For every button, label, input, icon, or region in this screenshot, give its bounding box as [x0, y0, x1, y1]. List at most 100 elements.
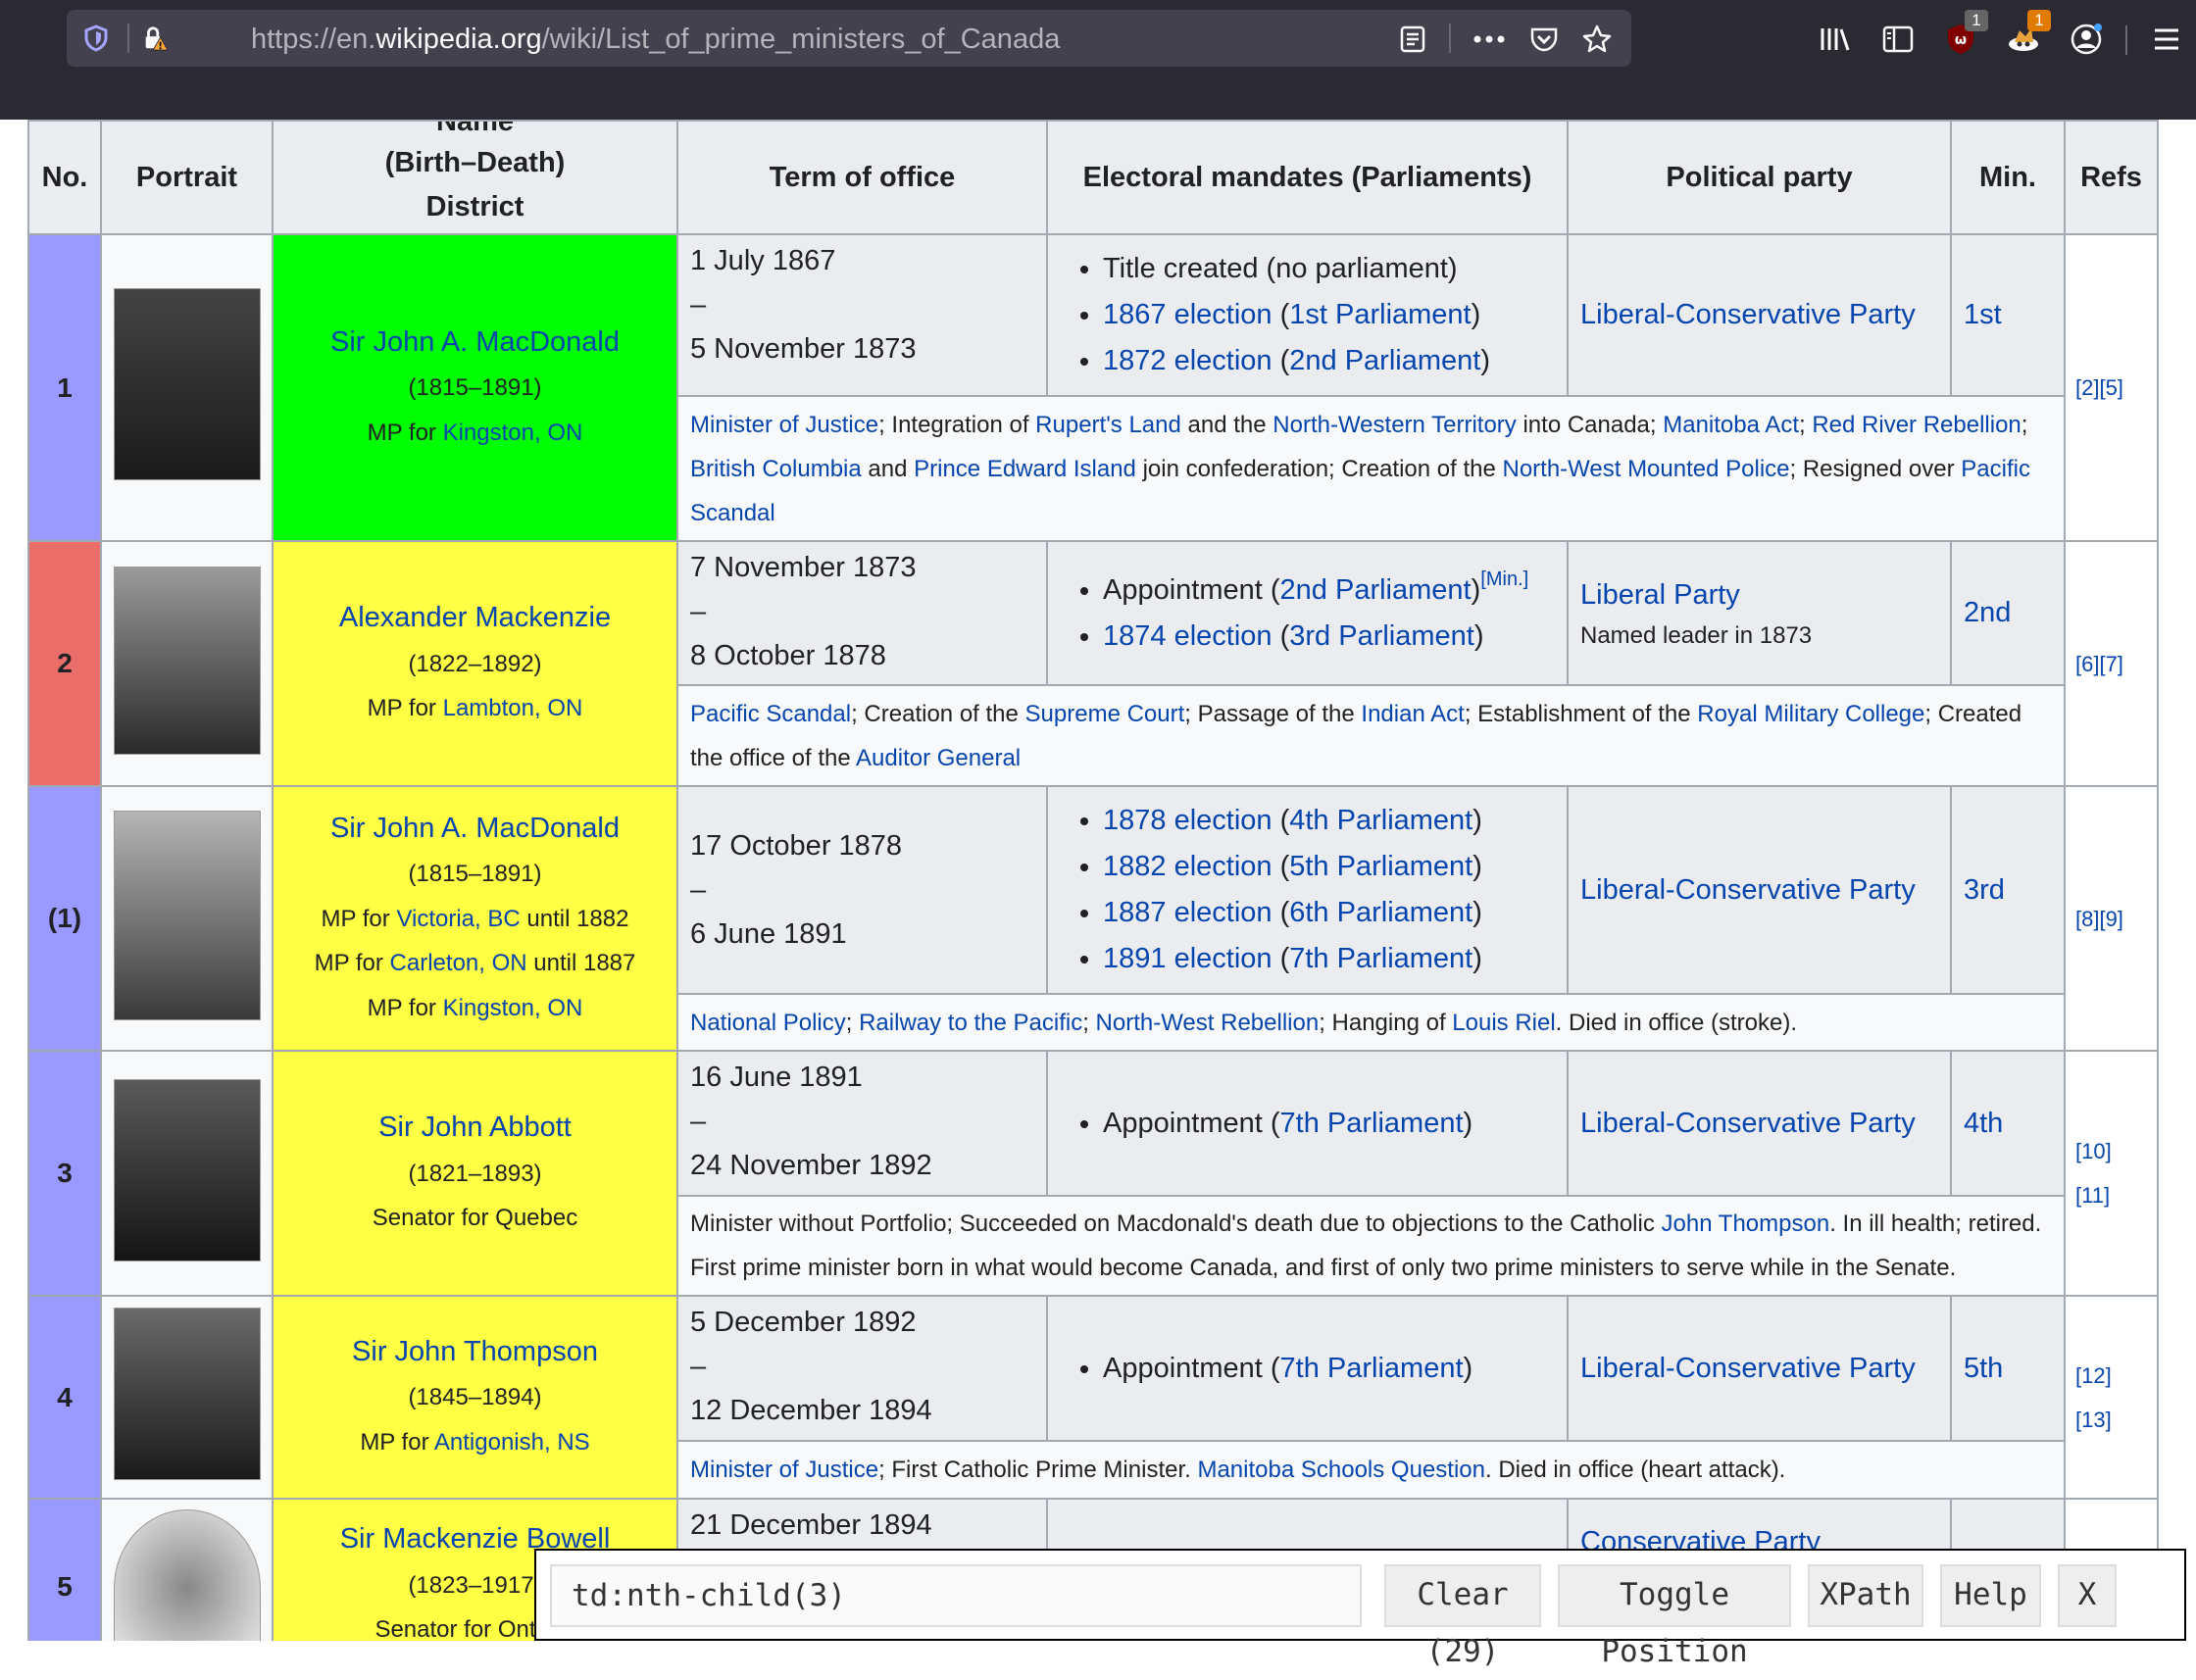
party-link[interactable]: Liberal-Conservative Party — [1580, 299, 1916, 330]
description-link[interactable]: Supreme Court — [1025, 701, 1185, 727]
refs-cell[interactable]: [2][5] — [2064, 233, 2159, 542]
portrait-image[interactable] — [113, 566, 261, 755]
ministry-link[interactable]: 3rd — [1964, 874, 2005, 906]
portrait-image[interactable] — [113, 288, 261, 480]
header-portrait[interactable]: Portrait — [100, 120, 274, 235]
bookmark-star-icon[interactable] — [1580, 23, 1614, 56]
refs-cell[interactable]: [10] [11] — [2064, 1050, 2159, 1297]
description-link[interactable]: John Thompson — [1662, 1211, 1830, 1237]
district-link[interactable]: Lambton, ON — [443, 695, 583, 721]
header-no[interactable]: No. — [27, 120, 102, 235]
refs-cell[interactable]: [8][9] — [2064, 785, 2159, 1052]
clear-button[interactable]: Clear (29) — [1384, 1564, 1541, 1669]
pocket-icon[interactable] — [1527, 23, 1561, 56]
election-link[interactable]: 1891 election — [1103, 943, 1273, 974]
description-link[interactable]: Indian Act — [1361, 701, 1464, 727]
district-link[interactable]: Antigonish, NS — [434, 1429, 590, 1456]
pm-name-link[interactable]: Sir John Abbott — [378, 1112, 572, 1143]
ministry-link[interactable]: 2nd — [1964, 597, 2011, 628]
ublock-origin-icon[interactable]: ω 1 — [1941, 10, 1988, 59]
header-min[interactable]: Min. — [1950, 120, 2066, 235]
parliament-link[interactable]: 7th Parliament — [1289, 943, 1472, 974]
portrait-image[interactable] — [113, 1308, 261, 1480]
hamburger-menu-icon[interactable] — [2147, 20, 2186, 59]
ministry-link[interactable]: 5th — [1964, 1353, 2003, 1384]
parliament-link[interactable]: 1st Parliament — [1289, 299, 1471, 330]
election-link[interactable]: 1887 election — [1103, 897, 1273, 928]
css-selector-input[interactable] — [550, 1564, 1362, 1627]
portrait-cell — [100, 233, 274, 542]
library-icon[interactable] — [1816, 20, 1855, 59]
description-link[interactable]: Railway to the Pacific — [859, 1010, 1082, 1036]
parliament-link[interactable]: 6th Parliament — [1289, 897, 1472, 928]
sidebar-toggle-icon[interactable] — [1878, 20, 1918, 59]
description-link[interactable]: Rupert's Land — [1035, 412, 1181, 438]
close-button[interactable]: X — [2058, 1564, 2117, 1627]
district-link[interactable]: Kingston, ON — [443, 995, 583, 1021]
portrait-image[interactable] — [113, 810, 261, 1020]
toggle-position-button[interactable]: Toggle Position — [1558, 1564, 1791, 1669]
election-link[interactable]: 1872 election — [1103, 345, 1273, 376]
parliament-link[interactable]: 7th Parliament — [1280, 1108, 1464, 1139]
description-cell: Minister without Portfolio; Succeeded on… — [676, 1195, 2066, 1297]
party-link[interactable]: Liberal-Conservative Party — [1580, 1353, 1916, 1384]
pm-name-link[interactable]: Sir John A. MacDonald — [330, 813, 620, 844]
description-link[interactable]: Pacific Scandal — [690, 701, 851, 727]
description-link[interactable]: Minister of Justice — [690, 1457, 878, 1483]
election-link[interactable]: 1882 election — [1103, 851, 1273, 882]
district-link[interactable]: Kingston, ON — [443, 420, 583, 446]
description-link[interactable]: Louis Riel — [1452, 1010, 1555, 1036]
header-term[interactable]: Term of office — [676, 120, 1048, 235]
refs-cell[interactable]: [6][7] — [2064, 540, 2159, 787]
description-link[interactable]: Auditor General — [856, 745, 1021, 771]
parliament-link[interactable]: 4th Parliament — [1289, 805, 1472, 836]
pm-name-link[interactable]: Sir John A. MacDonald — [330, 326, 620, 358]
party-link[interactable]: Liberal-Conservative Party — [1580, 1108, 1916, 1139]
election-link[interactable]: 1878 election — [1103, 805, 1273, 836]
parliament-link[interactable]: 2nd Parliament — [1289, 345, 1480, 376]
description-link[interactable]: North-Western Territory — [1273, 412, 1517, 438]
header-refs[interactable]: Refs — [2064, 120, 2159, 235]
portrait-image[interactable] — [113, 1509, 261, 1641]
party-link[interactable]: Liberal Party — [1580, 579, 1740, 611]
header-name[interactable]: Name (Birth–Death) District — [272, 120, 678, 235]
description-link[interactable]: North-West Mounted Police — [1502, 456, 1789, 482]
header-mandates[interactable]: Electoral mandates (Parliaments) — [1046, 120, 1569, 235]
ministry-link[interactable]: 1st — [1964, 299, 2002, 330]
description-link[interactable]: Royal Military College — [1697, 701, 1924, 727]
tracking-protection-shield-icon[interactable] — [82, 25, 110, 52]
description-link[interactable]: Manitoba Act — [1663, 412, 1799, 438]
parliament-link[interactable]: 5th Parliament — [1289, 851, 1472, 882]
description-link[interactable]: Manitoba Schools Question — [1197, 1457, 1485, 1483]
party-link[interactable]: Liberal-Conservative Party — [1580, 874, 1916, 906]
description-link[interactable]: Minister of Justice — [690, 412, 878, 438]
description-link[interactable]: British Columbia — [690, 456, 862, 482]
refs-cell[interactable]: [12] [13] — [2064, 1295, 2159, 1500]
description-link[interactable]: North-West Rebellion — [1096, 1010, 1320, 1036]
insecure-lock-warning-icon[interactable] — [141, 25, 169, 52]
url-text[interactable]: https://en.wikipedia.org/wiki/List_of_pr… — [251, 24, 1060, 56]
ministry-link[interactable]: 4th — [1964, 1108, 2003, 1139]
description-link[interactable]: Prince Edward Island — [914, 456, 1136, 482]
description-link[interactable]: Red River Rebellion — [1812, 412, 2021, 438]
election-link[interactable]: 1874 election — [1103, 620, 1273, 652]
parliament-link[interactable]: 2nd Parliament — [1280, 574, 1472, 606]
parliament-link[interactable]: 7th Parliament — [1280, 1353, 1464, 1384]
description-link[interactable]: National Policy — [690, 1010, 846, 1036]
min-note-link[interactable]: [Min.] — [1480, 568, 1528, 590]
help-button[interactable]: Help — [1940, 1564, 2041, 1627]
page-actions-menu-icon[interactable] — [1472, 23, 1506, 56]
pm-name-link[interactable]: Alexander Mackenzie — [339, 602, 611, 633]
parliament-link[interactable]: 3rd Parliament — [1289, 620, 1474, 652]
header-party[interactable]: Political party — [1567, 120, 1952, 235]
account-icon[interactable] — [2067, 20, 2106, 59]
address-bar[interactable]: https://en.wikipedia.org/wiki/List_of_pr… — [67, 10, 1631, 67]
pm-name-link[interactable]: Sir John Thompson — [352, 1336, 598, 1367]
xpath-button[interactable]: XPath — [1808, 1564, 1923, 1627]
extension-icon[interactable]: 1 — [2004, 10, 2051, 59]
reader-view-icon[interactable] — [1396, 23, 1429, 56]
district-link[interactable]: Victoria, BC — [396, 906, 520, 932]
election-link[interactable]: 1867 election — [1103, 299, 1273, 330]
district-link[interactable]: Carleton, ON — [390, 950, 527, 976]
portrait-image[interactable] — [113, 1078, 261, 1261]
